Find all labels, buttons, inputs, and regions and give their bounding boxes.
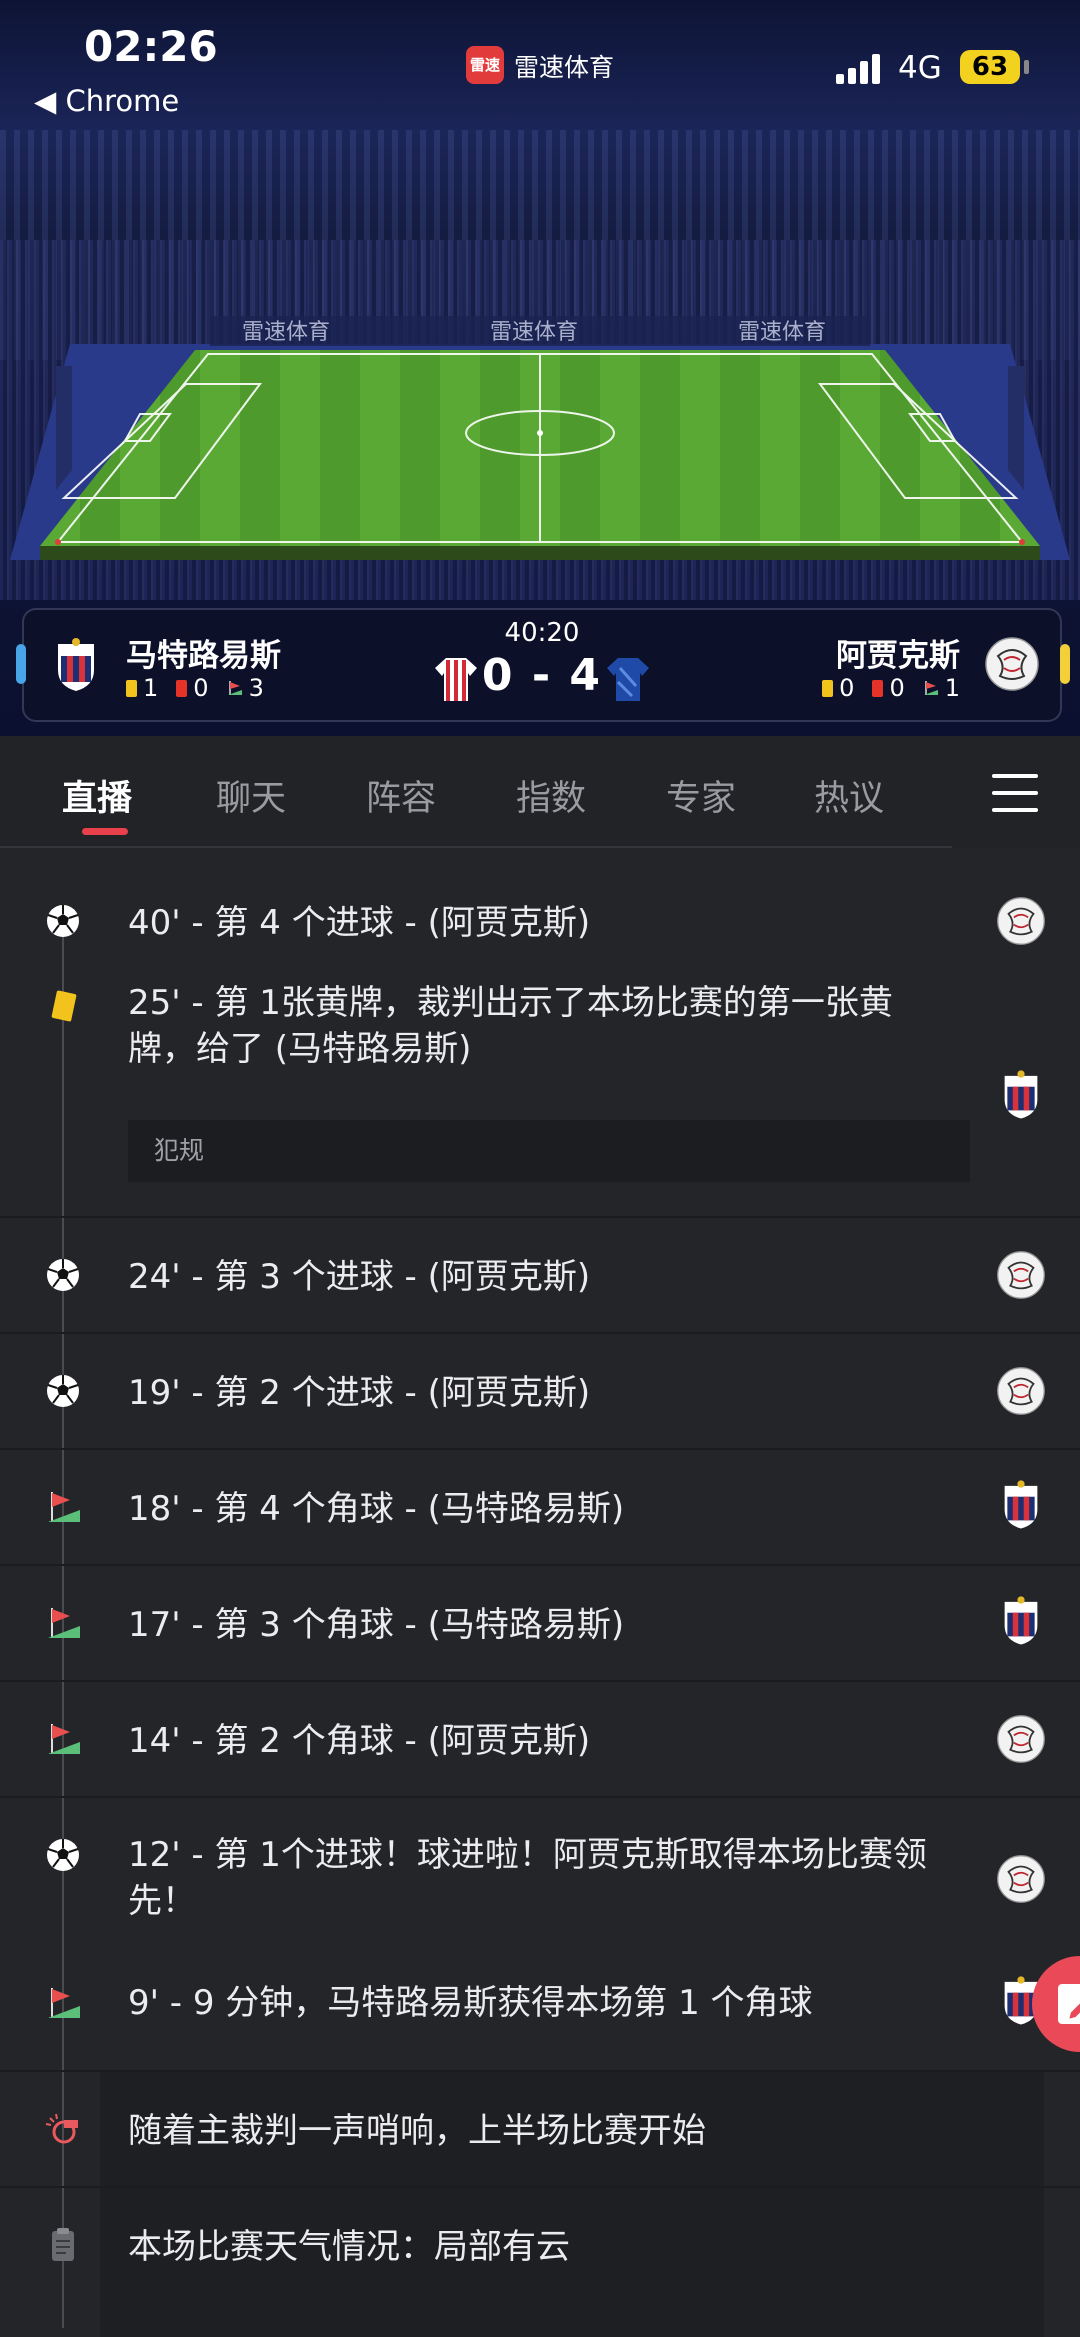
away-stats: 0 0 1 <box>822 674 960 702</box>
app-name: 雷速体育 <box>514 53 615 82</box>
red-card-icon <box>872 679 884 697</box>
away-crest-icon[interactable] <box>984 636 1040 692</box>
away-crest-icon <box>997 897 1045 945</box>
soccer-ball-icon <box>47 1839 79 1871</box>
timeline-event[interactable]: 24' - 第 3 个进球 - (阿贾克斯) <box>0 1218 1080 1334</box>
yellow-card-icon <box>51 990 77 1022</box>
away-crest-icon <box>997 1251 1045 1299</box>
timeline-event[interactable]: 12' - 第 1个进球！球进啦！阿贾克斯取得本场比赛领先！ <box>0 1798 1080 1962</box>
app-logo-icon: 雷速 <box>466 46 504 84</box>
whistle-icon <box>45 2113 78 2144</box>
timeline-event[interactable]: 25' - 第 1张黄牌，裁判出示了本场比赛的第一张黄牌，给了 (马特路易斯) … <box>0 964 1080 1218</box>
active-tab-indicator <box>82 828 128 835</box>
soccer-ball-icon <box>47 1259 79 1291</box>
signal-icon <box>836 52 886 84</box>
away-color-indicator <box>1060 644 1070 684</box>
battery-icon: 63 <box>960 50 1020 84</box>
corner-flag-icon <box>48 1724 80 1754</box>
timeline-event[interactable]: 17' - 第 3 个角球 - (马特路易斯) <box>0 1566 1080 1682</box>
event-note: 犯规 <box>128 1120 970 1182</box>
back-to-chrome-link[interactable]: ◀ Chrome <box>34 84 179 118</box>
event-text: 40' - 第 4 个进球 - (阿贾克斯) <box>128 903 591 943</box>
score-bar: 马特路易斯 1 0 3 40:20 0 - 4 阿贾克斯 0 0 1 <box>16 608 1070 722</box>
tab-discussion[interactable]: 热议 <box>814 770 884 821</box>
away-team-name[interactable]: 阿贾克斯 <box>836 630 960 675</box>
corner-flag-icon <box>48 1988 80 2018</box>
menu-icon[interactable] <box>992 774 1038 812</box>
home-crest-icon <box>1004 1480 1038 1529</box>
event-text: 19' - 第 2 个进球 - (阿贾克斯) <box>128 1373 591 1413</box>
timeline-event[interactable]: 9' - 9 分钟，马特路易斯获得本场第 1 个角球 <box>0 1962 1080 2072</box>
timeline-event[interactable]: 14' - 第 2 个角球 - (阿贾克斯) <box>0 1682 1080 1798</box>
edit-icon <box>1058 1984 1080 2024</box>
timeline-event[interactable]: 本场比赛天气情况：局部有云 <box>0 2188 1080 2337</box>
event-text: 18' - 第 4 个角球 - (马特路易斯) <box>128 1489 625 1529</box>
away-crest-icon <box>997 1367 1045 1415</box>
timeline-event[interactable]: 40' - 第 4 个进球 - (阿贾克斯) <box>0 848 1080 964</box>
tab-chat[interactable]: 聊天 <box>216 770 286 821</box>
yellow-card-icon <box>822 679 834 697</box>
timeline-event[interactable]: 19' - 第 2 个进球 - (阿贾克斯) <box>0 1334 1080 1450</box>
event-text: 本场比赛天气情况：局部有云 <box>128 2227 570 2267</box>
timeline-event[interactable]: 随着主裁判一声哨响，上半场比赛开始 <box>0 2072 1080 2188</box>
status-time: 02:26 <box>84 22 218 71</box>
tab-lineup[interactable]: 阵容 <box>366 770 436 821</box>
event-text: 9' - 9 分钟，马特路易斯获得本场第 1 个角球 <box>128 1983 813 2023</box>
corner-flag-icon <box>48 1608 80 1638</box>
clipboard-icon <box>52 2228 74 2261</box>
event-text: 17' - 第 3 个角球 - (马特路易斯) <box>128 1605 625 1645</box>
event-text: 14' - 第 2 个角球 - (阿贾克斯) <box>128 1721 591 1761</box>
live-timeline: 40' - 第 4 个进球 - (阿贾克斯) 25' - 第 1张黄牌，裁判出示… <box>0 848 1080 2337</box>
away-crest-icon <box>997 1715 1045 1763</box>
tab-live[interactable]: 直播 <box>62 770 132 821</box>
tab-odds[interactable]: 指数 <box>516 770 586 821</box>
network-type: 4G <box>898 50 942 86</box>
away-red-count: 0 <box>889 674 905 702</box>
soccer-ball-icon <box>47 1375 79 1407</box>
away-shirt-icon <box>607 658 649 701</box>
board-text-2: 雷速体育 <box>490 319 578 344</box>
away-corner-count: 1 <box>944 674 960 702</box>
home-crest-icon <box>1004 1070 1038 1119</box>
soccer-ball-icon <box>47 905 79 937</box>
away-yellow-count: 0 <box>839 674 855 702</box>
board-text-3: 雷速体育 <box>738 319 826 344</box>
away-crest-icon <box>997 1855 1045 1903</box>
tab-expert[interactable]: 专家 <box>666 770 736 821</box>
event-text: 24' - 第 3 个进球 - (阿贾克斯) <box>128 1257 591 1297</box>
pitch-graphic: 雷速体育 雷速体育 雷速体育 <box>10 316 1070 560</box>
event-text: 随着主裁判一声哨响，上半场比赛开始 <box>128 2111 706 2151</box>
event-text: 25' - 第 1张黄牌，裁判出示了本场比赛的第一张黄牌，给了 (马特路易斯) <box>128 983 893 1069</box>
board-text-1: 雷速体育 <box>242 319 330 344</box>
event-text: 12' - 第 1个进球！球进啦！阿贾克斯取得本场比赛领先！ <box>128 1835 927 1921</box>
corner-flag-icon <box>923 681 938 695</box>
home-crest-icon <box>1004 1596 1038 1645</box>
match-header: 02:26 ◀ Chrome 雷速 雷速体育 4G 63 雷速体育 雷速体育 雷… <box>0 0 1080 736</box>
timeline-event[interactable]: 18' - 第 4 个角球 - (马特路易斯) <box>0 1450 1080 1566</box>
status-bar: 02:26 ◀ Chrome 雷速 雷速体育 4G 63 <box>0 0 1080 120</box>
tab-bar: 直播 聊天 阵容 指数 专家 热议 <box>0 736 1080 848</box>
corner-flag-icon <box>48 1492 80 1522</box>
